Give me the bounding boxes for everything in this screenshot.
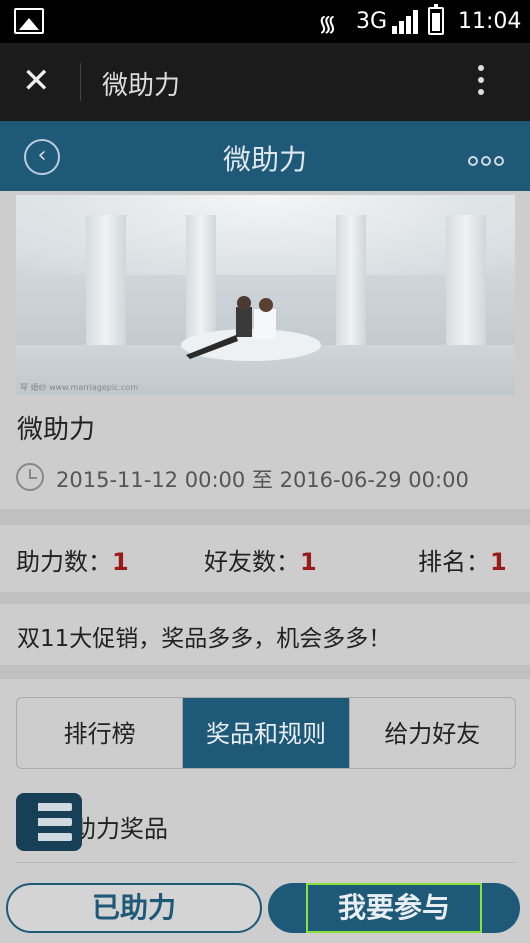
rank: 排名：1 bbox=[418, 548, 507, 576]
menu-list-icon[interactable] bbox=[16, 793, 82, 851]
app-bar: ✕ 微助力 bbox=[0, 43, 530, 121]
couple-illustration bbox=[181, 296, 321, 361]
section-title: 助力奖品 bbox=[72, 815, 168, 843]
event-title: 微助力 bbox=[17, 415, 96, 445]
banner-image: 琴 婚纱 www.marriagepic.com bbox=[16, 195, 515, 395]
wifi-icon: ᯾ bbox=[318, 12, 337, 37]
more-dots-icon[interactable] bbox=[468, 151, 507, 170]
app-bar-title: 微助力 bbox=[102, 71, 181, 101]
banner-watermark: 琴 婚纱 www.marriagepic.com bbox=[20, 383, 139, 392]
divider bbox=[0, 592, 530, 604]
helped-button[interactable]: 已助力 bbox=[6, 883, 262, 933]
clock-time: 11:04 bbox=[458, 9, 522, 34]
event-date-range: 2015-11-12 00:00 至 2016-06-29 00:00 bbox=[56, 468, 469, 492]
content: 琴 婚纱 www.marriagepic.com 微助力 2015-11-12 … bbox=[0, 191, 530, 943]
divider bbox=[0, 509, 530, 525]
more-options-icon[interactable] bbox=[478, 65, 486, 99]
clock-icon bbox=[16, 463, 44, 491]
status-bar: ᯾ 3G 11:04 bbox=[0, 0, 530, 43]
tab-friends[interactable]: 给力好友 bbox=[350, 698, 515, 768]
close-icon[interactable]: ✕ bbox=[22, 61, 51, 101]
divider bbox=[80, 63, 81, 101]
signal-icon bbox=[392, 10, 418, 34]
tab-prizes-rules[interactable]: 奖品和规则 bbox=[183, 698, 350, 768]
tab-bar: 排行榜 奖品和规则 给力好友 bbox=[16, 697, 516, 769]
stats-row: 助力数：1 好友数：1 排名：1 bbox=[0, 526, 530, 592]
prizes-section: 助力奖品 bbox=[16, 793, 516, 863]
promo-text: 双11大促销，奖品多多，机会多多！ bbox=[17, 626, 392, 652]
support-count: 助力数：1 bbox=[16, 548, 129, 576]
page-title: 微助力 bbox=[222, 143, 307, 176]
battery-icon bbox=[428, 4, 444, 35]
divider bbox=[0, 665, 530, 679]
join-button-label: 我要参与 bbox=[337, 891, 450, 924]
tab-ranking[interactable]: 排行榜 bbox=[17, 698, 184, 768]
join-button[interactable]: 我要参与 bbox=[268, 883, 520, 933]
image-notification-icon bbox=[14, 8, 44, 34]
bottom-action-bar: 已助力 我要参与 bbox=[0, 877, 530, 943]
page-header: ‹ 微助力 bbox=[0, 121, 530, 191]
network-type: 3G bbox=[356, 9, 388, 34]
friends-count: 好友数：1 bbox=[204, 548, 317, 576]
